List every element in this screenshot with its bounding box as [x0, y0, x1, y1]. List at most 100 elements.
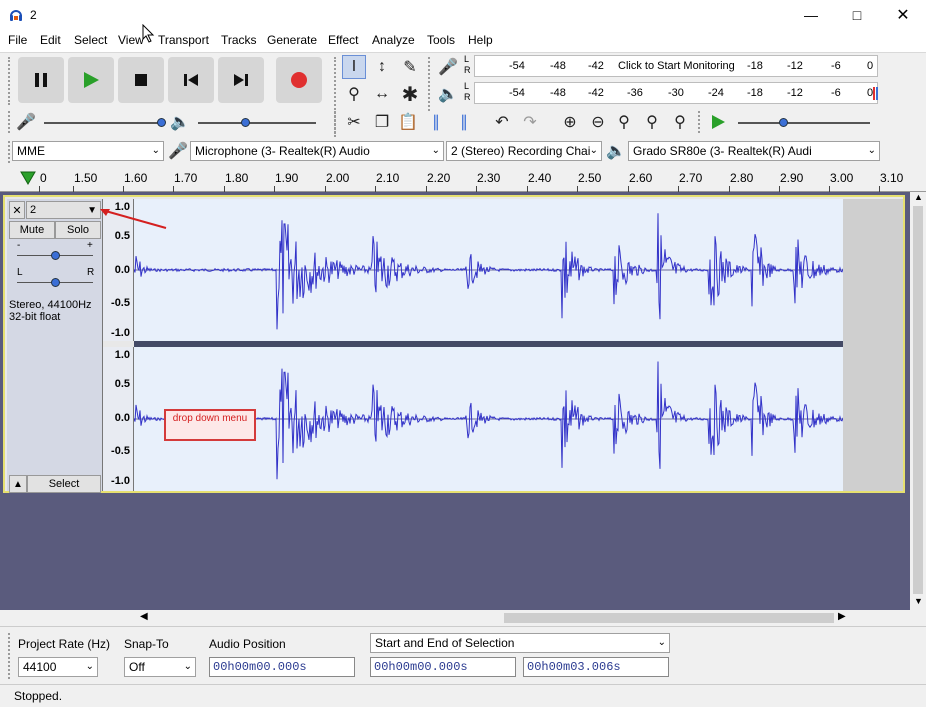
maximize-icon[interactable]: □	[834, 0, 880, 30]
audio-position-field[interactable]: 00h00m00.000s	[209, 657, 355, 677]
menu-help[interactable]: Help	[468, 33, 493, 47]
menu-tools[interactable]: Tools	[427, 33, 455, 47]
envelope-tool-icon[interactable]: ↕	[370, 55, 394, 79]
menu-effect[interactable]: Effect	[328, 33, 358, 47]
recording-channels-select[interactable]: 2 (Stereo) Recording Chai ⌄	[446, 141, 602, 161]
playback-volume-slider[interactable]	[198, 122, 316, 124]
trim-audio-icon[interactable]: ∥	[424, 110, 448, 134]
y-tick-label: -0.5	[111, 445, 130, 457]
audio-host-select[interactable]: MME ⌄	[12, 141, 164, 161]
draw-tool-icon[interactable]: ✎	[398, 55, 422, 79]
toolbar-grip[interactable]	[428, 57, 434, 111]
selection-start-field[interactable]: 00h00m00.000s	[370, 657, 516, 677]
silence-audio-icon[interactable]: ∥	[452, 110, 476, 134]
start-monitoring-label[interactable]: Click to Start Monitoring	[618, 60, 735, 72]
solo-button[interactable]: Solo	[55, 221, 101, 239]
vertical-scrollbar[interactable]: ▲ ▼	[910, 192, 926, 610]
gain-knob[interactable]	[51, 251, 60, 260]
title-bar: 2 — □ ✕	[0, 0, 926, 30]
skip-to-end-button[interactable]	[218, 57, 264, 103]
left-channel-waveform[interactable]	[134, 199, 903, 341]
meter-tick-label: -12	[787, 60, 803, 72]
record-meter[interactable]: -54 -48 -42 Click to Start Monitoring -1…	[474, 55, 878, 77]
ruler-tick-label: 0	[40, 171, 47, 185]
playback-speed-knob[interactable]	[779, 118, 788, 127]
ruler-tick-label: 2.20	[427, 171, 451, 185]
ruler-tick-label: 2.10	[376, 171, 400, 185]
menu-tracks[interactable]: Tracks	[221, 33, 257, 47]
select-track-button[interactable]: Select	[27, 475, 101, 493]
ruler-tick-label: 1.60	[124, 171, 148, 185]
pinned-play-head-icon[interactable]	[20, 171, 36, 185]
track-close-button[interactable]: ✕	[9, 201, 25, 219]
snap-to-value: Off	[129, 660, 145, 674]
menu-edit[interactable]: Edit	[40, 33, 61, 47]
recording-device-select[interactable]: Microphone (3- Realtek(R) Audio ⌄	[190, 141, 444, 161]
audio-track[interactable]: ✕ 2 ▼ Mute Solo - + L R Stereo, 44100Hz …	[3, 195, 905, 493]
menu-transport[interactable]: Transport	[158, 33, 209, 47]
record-button[interactable]	[276, 57, 322, 103]
playback-device-select[interactable]: Grado SR80e (3- Realtek(R) Audi ⌄	[628, 141, 880, 161]
menu-generate[interactable]: Generate	[267, 33, 317, 47]
close-icon[interactable]: ✕	[880, 0, 926, 30]
paste-icon[interactable]: 📋	[396, 110, 420, 134]
ruler-tick-label: 1.80	[225, 171, 249, 185]
scroll-thumb[interactable]	[913, 206, 923, 594]
playback-meter-speaker-icon[interactable]: 🔈	[436, 82, 460, 106]
zoom-out-icon[interactable]: ⊖	[586, 110, 610, 134]
project-rate-select[interactable]: 44100 ⌄	[18, 657, 98, 677]
copy-icon[interactable]: ❐	[370, 110, 394, 134]
fit-project-icon[interactable]: ⚲	[640, 110, 664, 134]
playback-speed-slider[interactable]	[738, 122, 870, 124]
track-menu-dropdown[interactable]: 2 ▼	[26, 201, 101, 219]
zoom-tool-icon[interactable]: ⚲	[342, 82, 366, 106]
scroll-left-icon[interactable]: ◀	[140, 611, 148, 622]
recording-volume-slider[interactable]	[44, 122, 164, 124]
playback-volume-knob[interactable]	[241, 118, 250, 127]
ruler-tick-label: 2.40	[528, 171, 552, 185]
pause-button[interactable]	[18, 57, 64, 103]
stop-button[interactable]	[118, 57, 164, 103]
menu-select[interactable]: Select	[74, 33, 107, 47]
snap-to-select[interactable]: Off ⌄	[124, 657, 196, 677]
toolbar-grip[interactable]	[334, 111, 340, 133]
recording-volume-knob[interactable]	[157, 118, 166, 127]
playback-meter[interactable]: -54 -48 -42 -36 -30 -24 -18 -12 -6 0	[474, 82, 878, 104]
skip-to-start-button[interactable]	[168, 57, 214, 103]
selection-tool-icon[interactable]: I	[342, 55, 366, 79]
zoom-toggle-icon[interactable]: ⚲	[668, 110, 692, 134]
play-button[interactable]	[68, 57, 114, 103]
status-bar: Stopped.	[0, 684, 926, 707]
multi-tool-icon[interactable]: ✱	[398, 82, 422, 106]
scroll-thumb[interactable]	[504, 613, 834, 623]
pan-knob[interactable]	[51, 278, 60, 287]
toolbar-grip[interactable]	[698, 111, 704, 133]
meter-tick-label: -24	[708, 87, 724, 99]
toolbar-grip[interactable]	[8, 633, 14, 679]
minimize-icon[interactable]: —	[788, 0, 834, 30]
toolbar-grip[interactable]	[8, 57, 14, 105]
selection-mode-select[interactable]: Start and End of Selection ⌄	[370, 633, 670, 653]
redo-icon[interactable]: ↷	[518, 110, 542, 134]
ruler-tick-label: 2.90	[780, 171, 804, 185]
play-at-speed-icon[interactable]	[706, 110, 730, 134]
record-meter-microphone-icon[interactable]: 🎤	[436, 55, 460, 79]
collapse-track-button[interactable]: ▲	[9, 475, 27, 493]
mute-button[interactable]: Mute	[9, 221, 55, 239]
horizontal-scrollbar[interactable]: ◀ ▶	[134, 610, 910, 626]
project-rate-value: 44100	[23, 660, 57, 674]
scroll-up-icon[interactable]: ▲	[914, 192, 923, 202]
meter-tick-label: -36	[627, 87, 643, 99]
fit-selection-icon[interactable]: ⚲	[612, 110, 636, 134]
cut-icon[interactable]: ✂	[342, 110, 366, 134]
scroll-right-icon[interactable]: ▶	[838, 611, 846, 622]
timeshift-tool-icon[interactable]: ↔	[370, 82, 394, 106]
menu-analyze[interactable]: Analyze	[372, 33, 415, 47]
timeline-ruler[interactable]: 0 1.50 1.60 1.70 1.80 1.90 2.00 2.10 2.20 2.30 2.4…	[0, 168, 926, 192]
undo-icon[interactable]: ↶	[490, 110, 514, 134]
selection-end-field[interactable]: 00h00m03.006s	[523, 657, 669, 677]
zoom-in-icon[interactable]: ⊕	[558, 110, 582, 134]
menu-file[interactable]: File	[8, 33, 27, 47]
menu-view[interactable]: View	[118, 33, 144, 47]
scroll-down-icon[interactable]: ▼	[914, 596, 923, 606]
